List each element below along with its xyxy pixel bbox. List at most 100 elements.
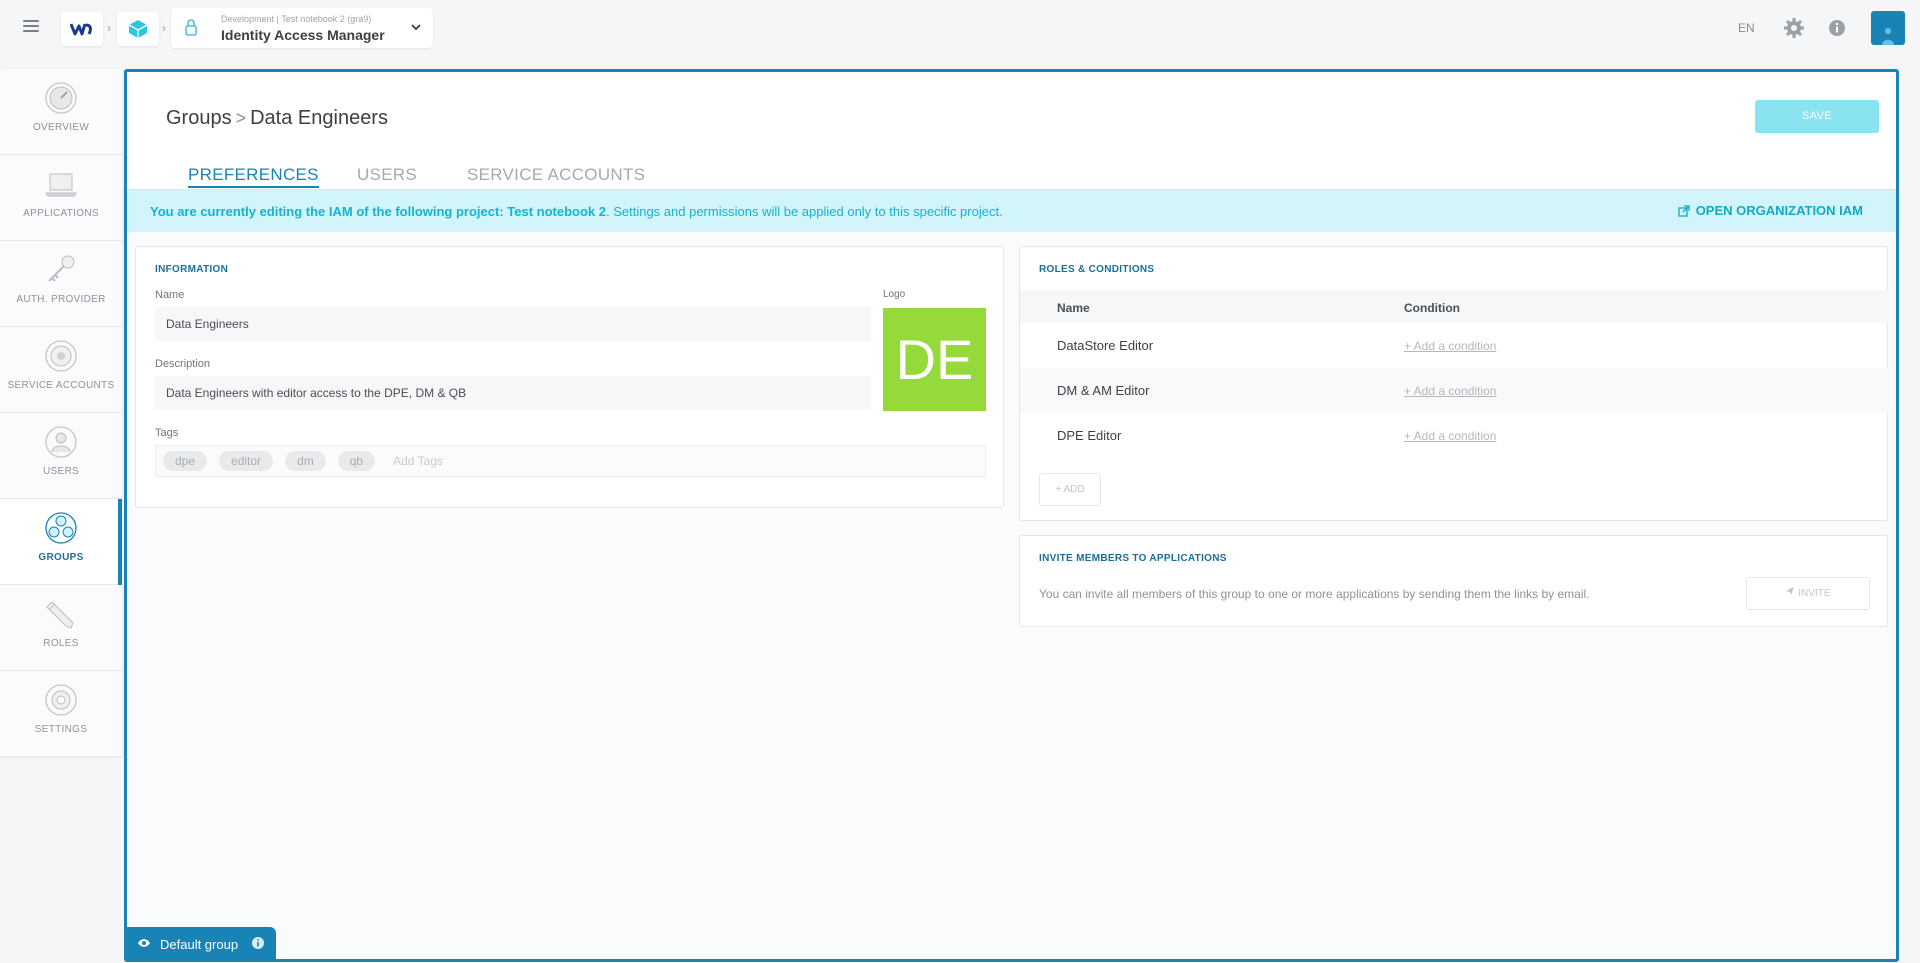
table-row: DM & AM Editor + Add a condition [1020, 368, 1889, 413]
add-condition-link[interactable]: + Add a condition [1404, 429, 1496, 443]
role-name: DM & AM Editor [1057, 383, 1150, 398]
sidebar-item-users[interactable]: USERS [0, 413, 122, 499]
default-group-tab[interactable]: Default group [127, 927, 276, 959]
banner-message-rest: . Settings and permissions will be appli… [605, 204, 1003, 219]
chevron-right-icon: › [162, 21, 166, 35]
company-logo-icon [70, 23, 92, 36]
external-link-icon [1678, 204, 1690, 217]
sidebar-item-label: SERVICE ACCOUNTS [7, 380, 115, 391]
overview-icon [45, 82, 77, 114]
banner-message: You are currently editing the IAM of the… [150, 204, 1003, 219]
app-name: Identity Access Manager [221, 27, 385, 43]
sidebar-item-groups[interactable]: GROUPS [0, 499, 122, 585]
table-row: DPE Editor + Add a condition [1020, 413, 1889, 458]
sidebar-item-label: OVERVIEW [32, 122, 90, 133]
send-icon [1786, 587, 1795, 595]
company-logo[interactable] [61, 12, 103, 46]
breadcrumb-parent[interactable]: Groups [166, 107, 232, 129]
language-selector[interactable]: EN [1738, 21, 1755, 35]
card-title: ROLES & CONDITIONS [1039, 264, 1155, 275]
groups-icon [45, 512, 77, 544]
user-avatar[interactable] [1871, 11, 1905, 45]
information-card: INFORMATION Name Description Logo DE Tag… [135, 246, 1004, 508]
pencil-icon [46, 601, 74, 629]
description-field[interactable] [155, 376, 871, 410]
open-organization-iam-label: OPEN ORGANIZATION IAM [1695, 203, 1863, 218]
sidebar-item-label: SETTINGS [34, 724, 88, 735]
chevron-right-icon: › [107, 21, 111, 35]
tags-label: Tags [155, 427, 179, 439]
column-header-condition: Condition [1404, 301, 1460, 315]
project-logo[interactable] [117, 12, 159, 46]
name-field[interactable] [155, 307, 871, 341]
table-row: DataStore Editor + Add a condition [1020, 323, 1889, 368]
info-icon[interactable] [251, 936, 265, 950]
eye-icon [138, 939, 150, 947]
app-switcher[interactable]: Development | Test notebook 2 (gra9) Ide… [171, 8, 433, 48]
add-condition-link[interactable]: + Add a condition [1404, 384, 1496, 398]
sidebar-item-settings[interactable]: SETTINGS [0, 671, 122, 757]
logo-label: Logo [883, 289, 906, 300]
default-group-label: Default group [160, 937, 239, 952]
gear-icon [45, 684, 77, 716]
name-label: Name [155, 289, 185, 301]
info-icon[interactable] [1826, 17, 1848, 39]
sidebar-item-label: USERS [43, 466, 79, 477]
sidebar-item-label: APPLICATIONS [23, 208, 99, 219]
sidebar-item-service-accounts[interactable]: SERVICE ACCOUNTS [0, 327, 122, 413]
chevron-down-icon [411, 24, 421, 31]
tag-chip[interactable]: dpe [163, 451, 208, 471]
sidebar-item-overview[interactable]: OVERVIEW [0, 69, 122, 155]
chevron-right-icon: > [235, 108, 247, 128]
save-button[interactable]: SAVE [1755, 100, 1879, 133]
gear-icon[interactable] [1783, 17, 1805, 39]
sidebar-item-roles[interactable]: ROLES [0, 585, 122, 671]
sidebar-item-label: AUTH. PROVIDER [16, 294, 106, 305]
tab-service-accounts[interactable]: SERVICE ACCOUNTS [467, 165, 645, 185]
key-icon [48, 255, 75, 282]
add-role-button[interactable]: + ADD [1039, 473, 1101, 506]
sidebar: OVERVIEW APPLICATIONS AUTH. PROVIDER SER… [0, 69, 122, 757]
invite-members-card: INVITE MEMBERS TO APPLICATIONS You can i… [1019, 535, 1888, 627]
breadcrumb-current: Data Engineers [250, 107, 388, 129]
top-bar: › › Development | Test notebook 2 (gra9)… [0, 0, 1920, 56]
roles-conditions-card: ROLES & CONDITIONS Name Condition DataSt… [1019, 246, 1889, 521]
tag-chip[interactable]: dm [285, 451, 326, 471]
invite-button[interactable]: INVITE [1746, 577, 1870, 610]
group-logo[interactable]: DE [883, 308, 986, 411]
active-indicator [118, 499, 122, 585]
sidebar-item-auth-provider[interactable]: AUTH. PROVIDER [0, 241, 122, 327]
roles-table-header: Name Condition [1020, 290, 1889, 323]
lock-hand-icon [185, 19, 197, 36]
project-context: Development | Test notebook 2 (gra9) [221, 14, 372, 24]
page-header: Groups > Data Engineers SAVE PREFERENCES U… [127, 72, 1896, 190]
plus-icon: + [1055, 484, 1062, 495]
role-name: DataStore Editor [1057, 338, 1154, 353]
description-label: Description [155, 358, 211, 370]
tags-input[interactable]: dpe editor dm qb Add Tags [155, 445, 986, 477]
project-banner: You are currently editing the IAM of the… [127, 190, 1896, 232]
laptop-icon [45, 173, 77, 197]
column-header-name: Name [1057, 301, 1090, 315]
add-role-label: ADD [1063, 484, 1085, 495]
open-organization-iam-link[interactable]: OPEN ORGANIZATION IAM [1678, 203, 1863, 218]
tab-preferences[interactable]: PREFERENCES [188, 165, 319, 188]
tag-chip[interactable]: qb [337, 451, 376, 471]
menu-icon[interactable] [23, 20, 39, 36]
user-icon [45, 426, 77, 458]
cube-icon [128, 20, 148, 38]
sidebar-item-label: ROLES [43, 638, 79, 649]
service-accounts-icon [45, 340, 77, 372]
add-condition-link[interactable]: + Add a condition [1404, 339, 1496, 353]
invite-button-label: INVITE [1798, 588, 1831, 599]
card-title: INVITE MEMBERS TO APPLICATIONS [1039, 553, 1227, 564]
card-title: INFORMATION [155, 264, 229, 275]
sidebar-item-applications[interactable]: APPLICATIONS [0, 155, 122, 241]
invite-description: You can invite all members of this group… [1039, 587, 1590, 601]
tab-users[interactable]: USERS [357, 165, 417, 185]
role-name: DPE Editor [1057, 428, 1122, 443]
tag-chip[interactable]: editor [219, 451, 274, 471]
user-icon [1882, 28, 1894, 45]
main-panel: Groups > Data Engineers SAVE PREFERENCES U… [124, 69, 1899, 962]
sidebar-item-label: GROUPS [38, 552, 84, 563]
